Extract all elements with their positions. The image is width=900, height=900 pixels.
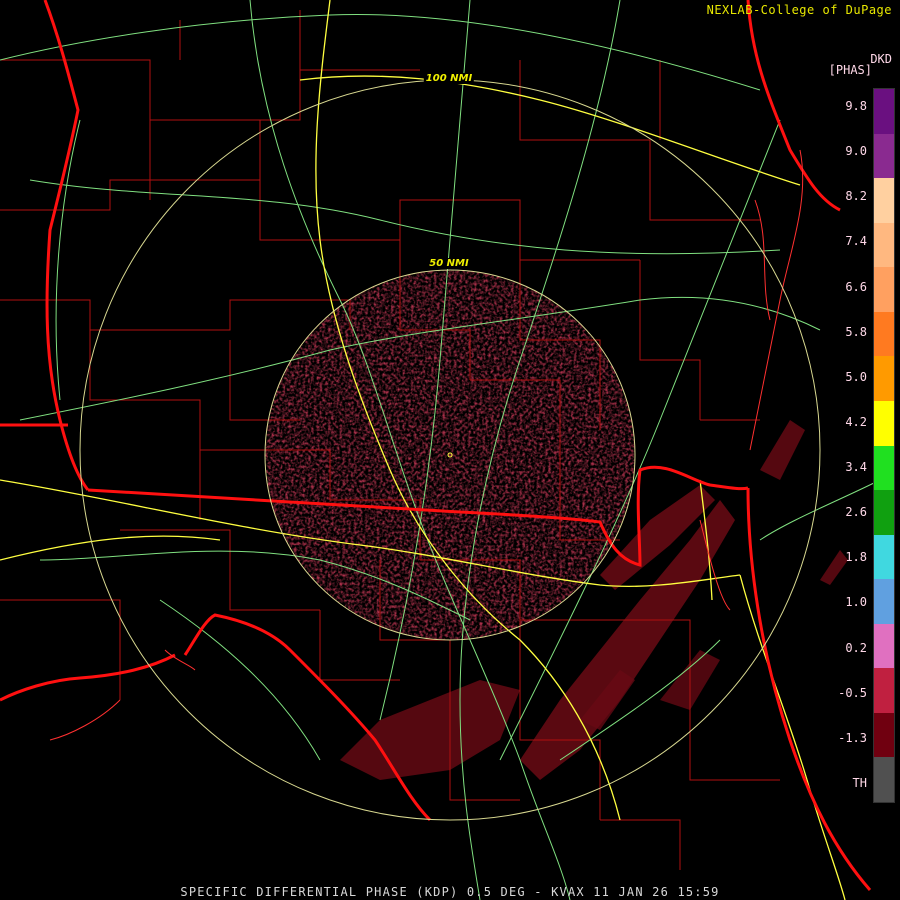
units-label: [PHAS] [828,63,872,77]
color-scale-swatch [874,757,894,802]
color-scale-swatch [874,89,894,134]
color-scale-swatch [874,133,894,179]
color-scale-swatch [874,311,894,357]
color-scale-tick-label: 5.0 [845,369,867,384]
color-scale-swatch [874,178,894,223]
color-scale-tick-label: 4.2 [845,414,867,429]
color-scale-swatch [874,668,894,713]
echo-band [760,420,805,480]
product-caption: SPECIFIC DIFFERENTIAL PHASE (KDP) 0.5 DE… [180,885,720,899]
color-scale-swatch [874,356,894,401]
radar-map [0,0,881,900]
color-scale-tick-label: 3.4 [845,460,867,475]
color-scale-tick-label: 6.6 [845,279,867,294]
color-scale-swatch [874,222,894,268]
color-scale-tick-label: 8.2 [845,189,867,204]
color-scale-tick-label: -0.5 [838,685,867,700]
range-ring-label-50: 50 NMI [427,258,471,269]
color-scale-swatch [874,400,894,446]
echo-band [820,550,848,585]
product-code: DKD [870,52,892,66]
color-scale-swatch [874,267,894,312]
color-scale-swatch [874,623,894,669]
credit-label: NEXLAB-College of DuPage [706,3,892,17]
color-scale-swatch [874,534,894,580]
color-scale-tick-label: 7.4 [845,234,867,249]
color-scale-swatch [874,712,894,758]
color-scale-tick-label: 0.2 [845,640,867,655]
color-scale-tick-label: 9.8 [845,99,867,113]
color-scale-tick-label: 5.8 [845,324,867,339]
color-scale-swatch [874,579,894,624]
color-scale-bar [873,88,895,803]
range-ring-label-100: 100 NMI [423,73,475,84]
color-scale-tick-label: 1.8 [845,550,867,565]
color-scale-tick-label: -1.3 [838,730,867,745]
color-scale-swatch [874,490,894,535]
color-scale-tick-label: TH [852,776,867,790]
color-scale-swatch [874,445,894,491]
color-scale-tick-label: 1.0 [845,595,867,610]
color-scale-tick-label: 9.0 [845,144,867,159]
color-scale-tick-label: 2.6 [845,505,867,520]
